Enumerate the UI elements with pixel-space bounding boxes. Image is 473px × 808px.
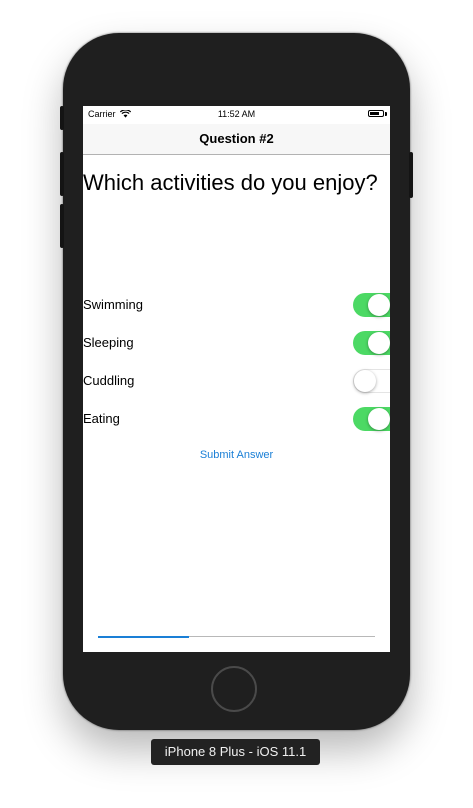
swimming-toggle[interactable] [353, 293, 390, 317]
toggle-knob [368, 294, 390, 316]
status-time: 11:52 AM [217, 109, 256, 119]
sleeping-toggle[interactable] [353, 331, 390, 355]
device-label: iPhone 8 Plus - iOS 11.1 [151, 739, 320, 765]
progress-bar [98, 635, 375, 638]
activity-label: Cuddling [83, 373, 135, 388]
activity-label: Eating [83, 411, 120, 426]
question-text: Which activities do you enjoy? [83, 170, 378, 195]
screen: Carrier 11:52 AM Question #2 Which activ… [83, 106, 390, 652]
eating-toggle[interactable] [353, 407, 390, 431]
volume-up-button [60, 152, 64, 196]
progress-fill [98, 635, 190, 638]
activity-row-cuddling: Cuddling [83, 367, 390, 395]
activity-label: Sleeping [83, 335, 134, 350]
activity-row-sleeping: Sleeping [83, 329, 390, 357]
nav-title: Question #2 [199, 131, 274, 146]
toggle-knob [354, 370, 376, 392]
battery-tip [385, 112, 387, 116]
home-button[interactable] [211, 666, 257, 712]
volume-down-button [60, 204, 64, 248]
activity-row-swimming: Swimming [83, 291, 390, 319]
power-button [409, 152, 413, 198]
mute-switch [60, 106, 64, 130]
toggle-knob [368, 408, 390, 430]
activity-row-eating: Eating [83, 405, 390, 433]
activity-label: Swimming [83, 297, 143, 312]
cuddling-toggle[interactable] [353, 369, 390, 393]
battery-icon [368, 110, 384, 117]
status-bar: Carrier 11:52 AM [83, 106, 390, 124]
navigation-bar: Question #2 [83, 124, 390, 155]
submit-answer-button[interactable]: Submit Answer [83, 449, 390, 461]
toggle-knob [368, 332, 390, 354]
